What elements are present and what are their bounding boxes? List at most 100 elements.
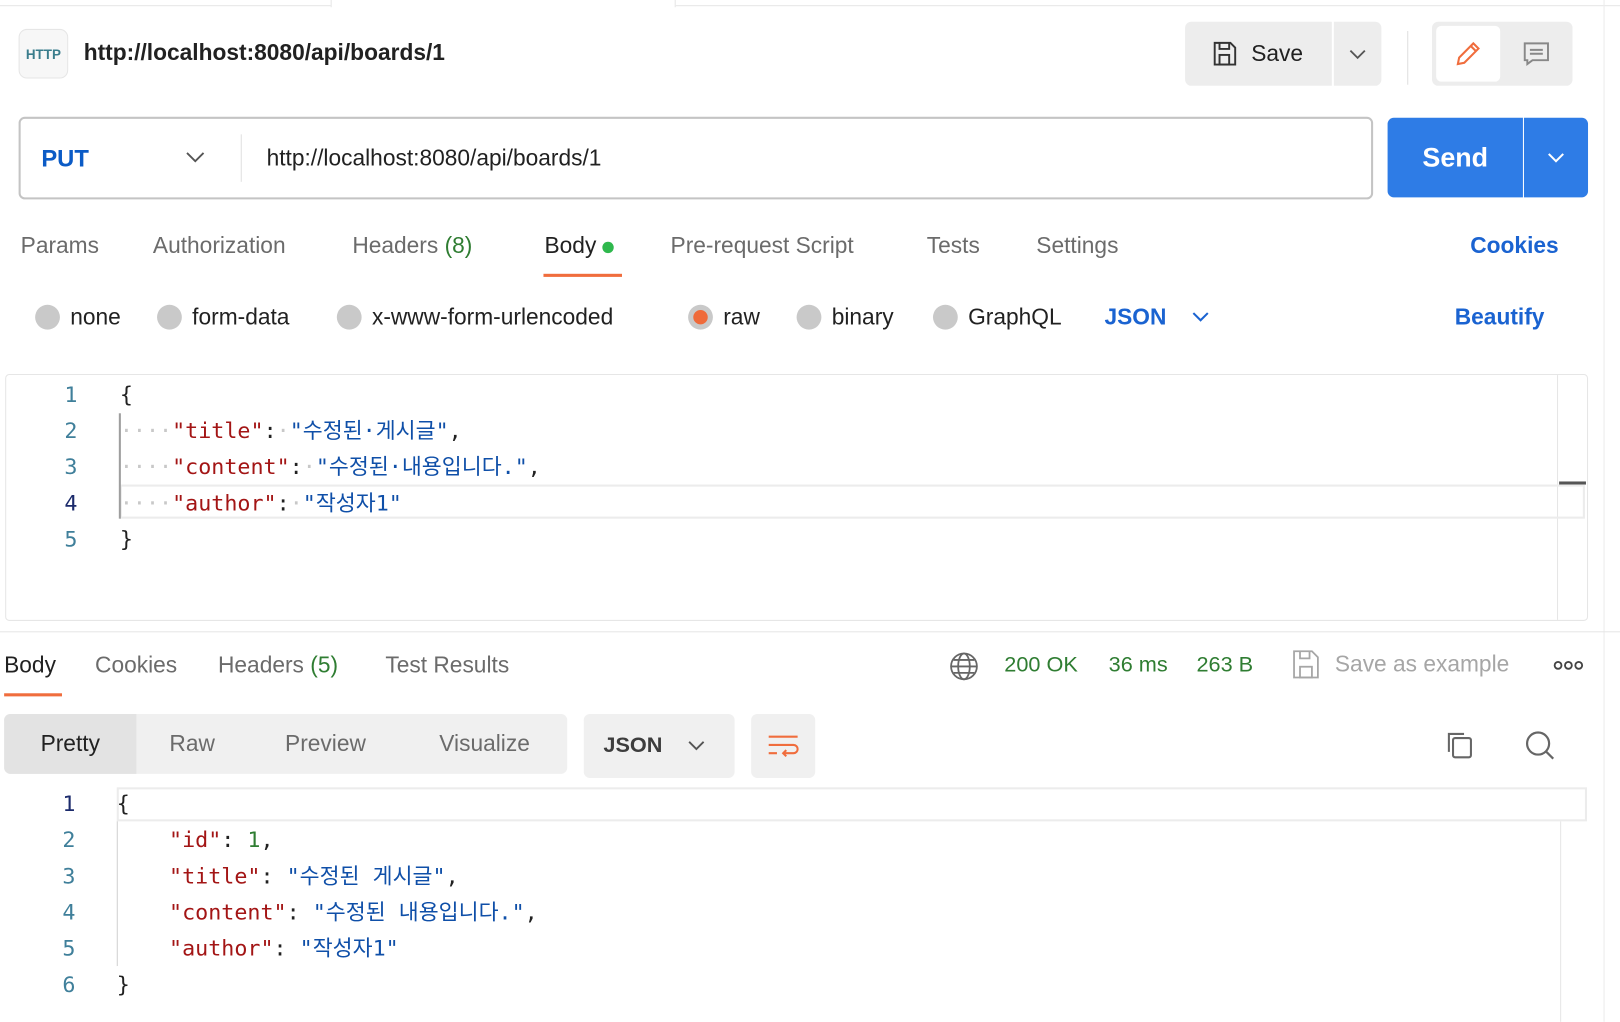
line-number: 2 xyxy=(62,827,76,853)
tab-pre-request-script[interactable]: Pre-request Script xyxy=(671,232,854,259)
radio-label: GraphQL xyxy=(968,303,1062,330)
radio-graphql[interactable]: GraphQL xyxy=(932,303,1062,331)
code-token: "수정된·게시글" xyxy=(289,418,449,444)
globe-icon[interactable] xyxy=(948,651,979,682)
code-token: { xyxy=(119,382,133,408)
wrap-lines-icon xyxy=(768,735,799,758)
postman-request-view: HTTP http://localhost:8080/api/boards/1 … xyxy=(0,0,1620,1022)
radio-raw[interactable]: raw xyxy=(688,304,760,331)
tab-authorization[interactable]: Authorization xyxy=(153,232,286,259)
response-size[interactable]: 263 B xyxy=(1196,653,1253,678)
divider xyxy=(240,134,242,182)
code-token: } xyxy=(119,526,133,552)
send-options-dropdown[interactable] xyxy=(1523,117,1589,198)
code-line: "title": "수정된 게시글", xyxy=(117,859,459,895)
response-tab-body[interactable]: Body xyxy=(4,652,56,679)
save-as-example-label: Save as example xyxy=(1334,650,1510,677)
cookies-link[interactable]: Cookies xyxy=(1470,232,1558,259)
radio-icon xyxy=(932,304,958,330)
code-token: "수정된 게시글" xyxy=(286,863,446,889)
code-token: "수정된 내용입니다." xyxy=(312,899,525,925)
radio-label: none xyxy=(70,303,121,330)
workspace-tabs-strip xyxy=(0,0,1620,8)
tab-headers[interactable]: Headers (8) xyxy=(352,232,472,259)
body-indicator-dot xyxy=(602,241,614,253)
save-button[interactable]: Save xyxy=(1185,21,1332,86)
code-token: ···· xyxy=(119,490,173,516)
tab-label: Headers xyxy=(218,651,304,678)
code-line: "author": "작성자1" xyxy=(117,931,399,967)
code-token: : xyxy=(286,899,313,925)
radio-none[interactable]: none xyxy=(35,304,121,331)
panel-border xyxy=(1603,0,1605,1022)
response-tab-cookies[interactable]: Cookies xyxy=(95,652,177,679)
radio-label: form-data xyxy=(192,303,290,330)
tab-params[interactable]: Params xyxy=(21,232,99,259)
line-number: 1 xyxy=(62,791,76,817)
active-tab[interactable] xyxy=(330,0,676,8)
url-input[interactable]: http://localhost:8080/api/boards/1 xyxy=(267,145,602,172)
radio-icon xyxy=(157,304,182,330)
code-token: : xyxy=(289,454,303,480)
radio-form-data[interactable]: form-data xyxy=(157,304,289,331)
response-format-select[interactable]: JSON xyxy=(583,713,735,778)
send-button[interactable]: Send xyxy=(1387,117,1523,198)
divider xyxy=(1407,30,1409,85)
radio-icon xyxy=(336,304,362,330)
chevron-down-icon xyxy=(1349,49,1366,60)
format-label: JSON xyxy=(1104,303,1167,330)
line-number: 3 xyxy=(64,454,78,480)
comments-button[interactable] xyxy=(1504,26,1568,82)
more-options-icon[interactable] xyxy=(1553,660,1584,670)
line-number: 5 xyxy=(64,526,78,552)
radio-label: raw xyxy=(723,303,760,330)
save-options-dropdown[interactable] xyxy=(1333,21,1382,86)
wrap-lines-button[interactable] xyxy=(751,713,816,778)
code-token: ···· xyxy=(119,418,173,444)
tab-label: Headers xyxy=(352,232,439,259)
panel-divider[interactable] xyxy=(0,631,1620,633)
code-line: ····"content":·"수정된·내용입니다.", xyxy=(120,449,541,485)
view-visualize[interactable]: Visualize xyxy=(408,714,561,774)
edit-mode-button[interactable] xyxy=(1436,25,1501,82)
save-as-example-button[interactable]: Save as example xyxy=(1292,649,1510,680)
search-icon[interactable] xyxy=(1523,728,1556,761)
method-select[interactable]: PUT xyxy=(41,145,89,173)
code-token: } xyxy=(116,972,130,998)
response-tab-test-results[interactable]: Test Results xyxy=(385,652,509,679)
status-code[interactable]: 200 OK xyxy=(1004,653,1078,678)
code-token: "author" xyxy=(169,936,274,961)
response-scrollbar-track[interactable] xyxy=(1560,821,1562,1022)
code-line: ····"author":·"작성자1" xyxy=(120,486,402,522)
code-token: { xyxy=(116,791,130,817)
view-preview[interactable]: Preview xyxy=(258,714,392,774)
line-number: 4 xyxy=(64,490,78,516)
copy-icon[interactable] xyxy=(1443,728,1476,761)
beautify-link[interactable]: Beautify xyxy=(1455,304,1545,331)
line-number: 2 xyxy=(64,418,78,444)
code-token: "작성자1" xyxy=(302,490,402,516)
request-title[interactable]: http://localhost:8080/api/boards/1 xyxy=(84,39,445,66)
url-bar xyxy=(18,116,1374,200)
code-token: : xyxy=(260,863,287,889)
tab-tests[interactable]: Tests xyxy=(927,232,980,259)
response-time[interactable]: 36 ms xyxy=(1109,653,1168,678)
chevron-down-icon[interactable] xyxy=(184,145,207,170)
code-token: · xyxy=(302,454,316,480)
code-token: "title" xyxy=(172,418,264,444)
code-token: 1 xyxy=(247,827,261,853)
radio-binary[interactable]: binary xyxy=(796,304,894,331)
tab-settings[interactable]: Settings xyxy=(1036,232,1118,259)
chevron-down-icon xyxy=(1548,152,1564,163)
code-token: · xyxy=(276,418,290,444)
view-pretty[interactable]: Pretty xyxy=(4,713,137,774)
body-format-select[interactable]: JSON xyxy=(1104,304,1209,331)
view-raw[interactable]: Raw xyxy=(136,714,248,774)
response-tab-headers[interactable]: Headers (5) xyxy=(218,652,338,679)
save-icon xyxy=(1213,41,1237,66)
tab-body[interactable]: Body xyxy=(544,232,614,259)
radio-x-www-form-urlencoded[interactable]: x-www-form-urlencoded xyxy=(336,304,613,331)
radio-icon xyxy=(796,304,822,330)
code-token: : xyxy=(273,936,300,961)
